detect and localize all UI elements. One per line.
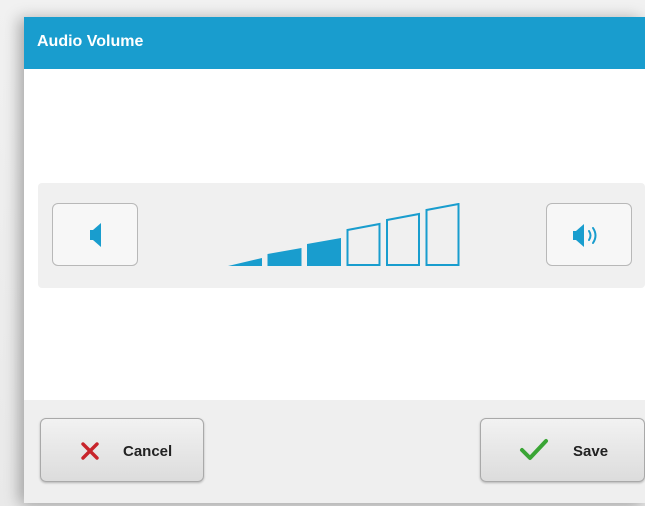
volume-bar-empty[interactable]: [425, 203, 460, 266]
volume-down-button[interactable]: [52, 203, 138, 266]
volume-level-bars[interactable]: [227, 203, 461, 267]
window-frame: Audio Volume Cancel Save: [0, 0, 645, 506]
cancel-button-label: Cancel: [123, 443, 173, 460]
x-icon: [81, 442, 99, 460]
checkmark-icon: [520, 439, 548, 460]
dialog-footer: Cancel Save: [24, 400, 645, 503]
speaker-icon: [90, 223, 101, 247]
volume-bar-empty[interactable]: [346, 222, 381, 266]
speaker-loud-icon: [573, 224, 597, 247]
volume-bar-filled[interactable]: [307, 238, 341, 266]
volume-bar-filled[interactable]: [228, 258, 262, 266]
volume-bar-filled[interactable]: [267, 248, 302, 266]
save-button[interactable]: Save: [480, 418, 645, 482]
cancel-button[interactable]: Cancel: [40, 418, 204, 482]
dialog-titlebar: Audio Volume: [24, 17, 645, 69]
volume-bar-empty[interactable]: [386, 212, 420, 266]
volume-panel: [38, 183, 645, 288]
dialog-title: Audio Volume: [37, 33, 144, 50]
audio-volume-dialog: Audio Volume Cancel Save: [24, 17, 645, 503]
volume-up-button[interactable]: [546, 203, 632, 266]
save-button-label: Save: [573, 443, 609, 460]
